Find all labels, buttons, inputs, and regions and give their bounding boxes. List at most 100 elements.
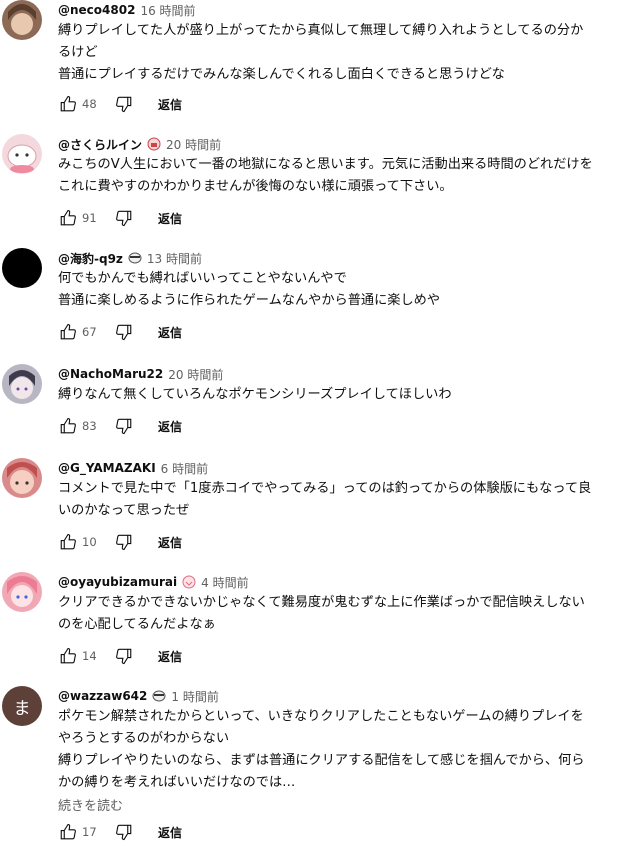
avatar[interactable]	[2, 134, 42, 174]
member-badge-icon	[152, 689, 166, 703]
avatar[interactable]	[2, 248, 42, 288]
comment-line: 普通に楽しめるように作られたゲームなんやから普通に楽しめや	[58, 293, 441, 308]
reply-button[interactable]: 返信	[158, 210, 182, 227]
dislike-button[interactable]	[114, 416, 134, 436]
avatar-character-icon	[7, 462, 37, 494]
avatar[interactable]	[2, 572, 42, 612]
author-name[interactable]: @海豹-q9z	[58, 250, 123, 267]
like-button[interactable]	[58, 208, 78, 228]
reply-button[interactable]: 返信	[158, 648, 182, 665]
avatar-character-icon	[7, 576, 37, 607]
comment-line: クリアできるかできないかじゃなくて難易度が鬼むずな上に作業ばっかで配信映えしない	[58, 595, 585, 610]
like-count: 48	[82, 97, 97, 111]
timestamp[interactable]: 20 時間前	[168, 366, 223, 383]
author-name[interactable]: @wazzaw642	[58, 689, 147, 703]
like-count: 10	[82, 535, 97, 549]
comment-text: コメントで見た中で「1度赤コイでやってみる」ってのは釣ってからの体験版にもなって…	[58, 478, 636, 522]
comment-header: @oyayubizamurai 4 時間前	[58, 572, 636, 592]
author-name[interactable]: @neco4802	[58, 3, 135, 17]
comment-body: @さくらルイン 20 時間前 みこちのV人生において一番の地獄になると思います。…	[58, 134, 636, 198]
comment-header: @さくらルイン 20 時間前	[58, 134, 636, 154]
dislike-button[interactable]	[114, 646, 134, 666]
comment-actions: 14 返信	[58, 644, 636, 668]
dislike-button[interactable]	[114, 532, 134, 552]
comment-body: @oyayubizamurai 4 時間前 クリアできるかできないかじゃなくて難…	[58, 572, 636, 636]
comment-line: 縛りなんて無くしていろんなポケモンシリーズプレイしてほしいわ	[58, 387, 452, 402]
like-button[interactable]	[58, 94, 78, 114]
like-count: 91	[82, 211, 97, 225]
like-count: 67	[82, 325, 97, 339]
avatar[interactable]	[2, 364, 42, 404]
timestamp[interactable]: 6 時間前	[161, 460, 208, 477]
author-name[interactable]: @NachoMaru22	[58, 367, 163, 381]
comment-line: ポケモン解禁されたからといって、いきなりクリアしたこともないゲームの縛りプレイを	[58, 709, 584, 724]
dislike-button[interactable]	[114, 208, 134, 228]
like-button[interactable]	[58, 532, 78, 552]
author-name[interactable]: @G_YAMAZAKI	[58, 461, 156, 475]
reply-button[interactable]: 返信	[158, 418, 182, 435]
reply-button[interactable]: 返信	[158, 534, 182, 551]
thumbs-down-icon	[116, 324, 132, 341]
thumbs-up-icon	[60, 417, 76, 434]
thumbs-down-icon	[116, 418, 132, 435]
comment-text: クリアできるかできないかじゃなくて難易度が鬼むずな上に作業ばっかで配信映えしない…	[58, 592, 636, 636]
dislike-button[interactable]	[114, 94, 134, 114]
author-name[interactable]: @oyayubizamurai	[58, 575, 177, 589]
comment-header: @neco4802 16 時間前	[58, 0, 636, 20]
like-button[interactable]	[58, 322, 78, 342]
comment-actions: 91 返信	[58, 206, 636, 230]
comment-line: やろうとするのがわからない	[58, 731, 230, 746]
comment-actions: 48 返信	[58, 92, 636, 116]
comment-text: みこちのV人生において一番の地獄になると思います。元気に活動出来る時間のどれだけ…	[58, 154, 636, 198]
avatar[interactable]	[2, 0, 42, 40]
comment-text: 何でもかんでも縛ればいいってことやないんやで 普通に楽しめるように作られたゲーム…	[58, 268, 636, 312]
comment-line: コメントで見た中で「1度赤コイでやってみる」ってのは釣ってからの体験版にもなって…	[58, 481, 592, 496]
comment-line: 縛りプレイやりたいのなら、まずは普通にクリアする配信をして感じを掴んでから、何ら	[58, 753, 585, 768]
avatar-character-icon	[9, 370, 35, 399]
comment-header: @G_YAMAZAKI 6 時間前	[58, 458, 636, 478]
like-count: 17	[82, 825, 97, 839]
like-button[interactable]	[58, 416, 78, 436]
comment-body: @海豹-q9z 13 時間前 何でもかんでも縛ればいいってことやないんやで 普通…	[58, 248, 636, 312]
comment-body: @NachoMaru22 20 時間前 縛りなんて無くしていろんなポケモンシリー…	[58, 364, 636, 406]
avatar[interactable]	[2, 458, 42, 498]
avatar[interactable]: ま	[2, 686, 42, 726]
read-more-link[interactable]: 続きを読む	[58, 796, 636, 818]
like-button[interactable]	[58, 646, 78, 666]
thumbs-down-icon	[116, 96, 132, 113]
reply-button[interactable]: 返信	[158, 96, 182, 113]
comment-actions: 10 返信	[58, 530, 636, 554]
member-badge-icon	[147, 137, 161, 151]
comment-line: みこちのV人生において一番の地獄になると思います。元気に活動出来る時間のどれだけ…	[58, 157, 593, 172]
timestamp[interactable]: 20 時間前	[166, 136, 221, 153]
comment-line: 普通にプレイするだけでみんな楽しんでくれるし面白くできると思うけどな	[58, 67, 505, 82]
timestamp[interactable]: 13 時間前	[147, 250, 202, 267]
like-count: 83	[82, 419, 97, 433]
thumbs-up-icon	[60, 647, 76, 664]
timestamp[interactable]: 4 時間前	[201, 574, 248, 591]
dislike-button[interactable]	[114, 322, 134, 342]
comment-line: いのかなって思ったぜ	[58, 503, 190, 518]
comment-actions: 83 返信	[58, 414, 636, 438]
comment-body: @wazzaw642 1 時間前 ポケモン解禁されたからといって、いきなりクリア…	[58, 686, 636, 818]
comment-actions: 67 返信	[58, 320, 636, 344]
comment-line: るけど	[58, 45, 98, 60]
avatar-character-icon	[7, 144, 37, 173]
author-name[interactable]: @さくらルイン	[58, 136, 142, 153]
member-badge-icon	[128, 251, 142, 265]
member-badge-icon	[182, 575, 196, 589]
like-count: 14	[82, 649, 97, 663]
reply-button[interactable]: 返信	[158, 824, 182, 841]
comment-header: @NachoMaru22 20 時間前	[58, 364, 636, 384]
timestamp[interactable]: 16 時間前	[140, 2, 195, 19]
timestamp[interactable]: 1 時間前	[171, 688, 218, 705]
comment-line: 何でもかんでも縛ればいいってことやないんやで	[58, 271, 347, 286]
comment-text: 縛りなんて無くしていろんなポケモンシリーズプレイしてほしいわ	[58, 384, 636, 406]
dislike-button[interactable]	[114, 822, 134, 842]
thumbs-up-icon	[60, 533, 76, 550]
comment-line: のを心配してるんだよなぁ	[58, 617, 216, 632]
reply-button[interactable]: 返信	[158, 324, 182, 341]
comment-text: 縛りプレイしてた人が盛り上がってたから真似して無理して縛り入れようとしてるの分か…	[58, 20, 636, 86]
comment-text: ポケモン解禁されたからといって、いきなりクリアしたこともないゲームの縛りプレイを…	[58, 706, 636, 794]
like-button[interactable]	[58, 822, 78, 842]
